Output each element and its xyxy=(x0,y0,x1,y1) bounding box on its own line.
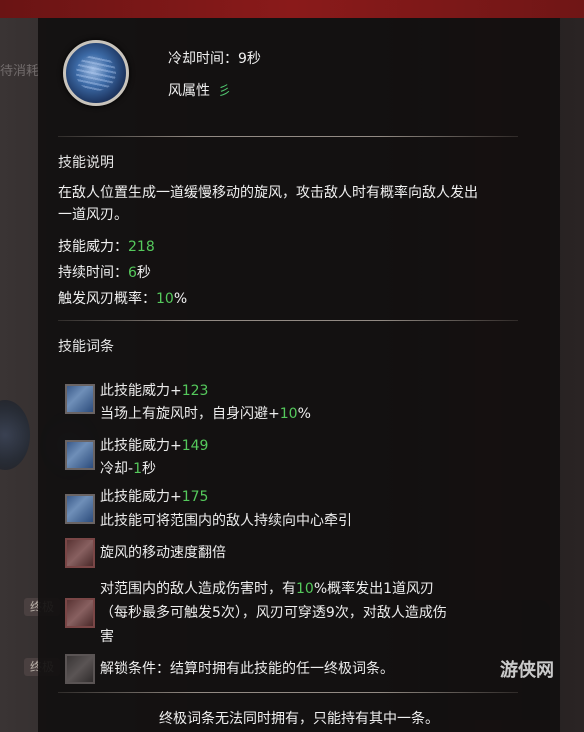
background-skill-orb xyxy=(0,400,30,470)
entry-value: 1 xyxy=(133,461,142,477)
entry-text: 冷却- xyxy=(100,461,134,477)
chance-value: 10 xyxy=(156,291,174,307)
entry-text: 此技能威力+ xyxy=(100,438,182,454)
entry-text: % xyxy=(297,406,311,422)
game-scene: 待消耗 终极 终极 冷却时间：9秒 风属性彡 技能说明 在敌人位置生成一道缓慢移… xyxy=(0,0,584,732)
description-line: 一道风刃。 xyxy=(58,207,128,223)
entries-title: 技能词条 xyxy=(58,339,114,355)
entry-icon xyxy=(65,494,95,524)
description-text: 在敌人位置生成一道缓慢移动的旋风，攻击敌人时有概率向敌人发出 一道风刃。 xyxy=(58,182,538,226)
chance-stat: 触发风刃概率：10% xyxy=(58,288,187,308)
entry-text: 此技能威力+ xyxy=(100,489,182,505)
divider xyxy=(58,692,518,693)
entry-line: （每秒最多可触发5次），风刃可穿透9次，对敌人造成伤 xyxy=(100,605,447,621)
entry-line: 对范围内的敌人造成伤害时，有10%概率发出1道风刃 xyxy=(100,578,434,598)
chance-unit: % xyxy=(173,291,188,307)
entry-line: 冷却-1秒 xyxy=(100,458,156,478)
entry-text: 当场上有旋风时，自身闪避+ xyxy=(100,406,280,422)
skill-tooltip-panel: 冷却时间：9秒 风属性彡 技能说明 在敌人位置生成一道缓慢移动的旋风，攻击敌人时… xyxy=(38,18,560,732)
description-line: 在敌人位置生成一道缓慢移动的旋风，攻击敌人时有概率向敌人发出 xyxy=(58,185,478,201)
entry-line: 害 xyxy=(100,629,114,645)
lock-icon xyxy=(65,654,95,684)
entry-line: 此技能可将范围内的敌人持续向中心牵引 xyxy=(100,513,352,529)
attribute-label: 风属性 xyxy=(168,83,210,99)
entry-icon xyxy=(65,440,95,470)
entry-line: 当场上有旋风时，自身闪避+10% xyxy=(100,403,311,423)
duration-label: 持续时间： xyxy=(58,265,128,281)
divider xyxy=(58,136,518,137)
divider xyxy=(58,320,518,321)
wind-icon: 彡 xyxy=(218,84,232,99)
duration-unit: 秒 xyxy=(136,265,151,281)
entry-icon xyxy=(65,384,95,414)
background-text: 待消耗 xyxy=(0,64,40,79)
duration-stat: 持续时间：6秒 xyxy=(58,262,151,282)
entry-value: 10 xyxy=(296,581,314,597)
entry-icon xyxy=(65,598,95,628)
entry-icon xyxy=(65,538,95,568)
entry-line: 此技能威力+123 xyxy=(100,380,208,400)
chance-label: 触发风刃概率： xyxy=(58,291,156,307)
entry-text: 秒 xyxy=(141,461,156,477)
entry-value: 149 xyxy=(181,438,209,454)
background-red-banner xyxy=(0,0,584,18)
entry-text: 对范围内的敌人造成伤害时，有 xyxy=(100,581,296,597)
entry-text: 此技能威力+ xyxy=(100,383,182,399)
entry-value: 10 xyxy=(279,406,298,422)
unlock-condition: 解锁条件：结算时拥有此技能的任一终极词条。 xyxy=(100,661,394,677)
entry-value: 123 xyxy=(181,383,209,399)
footer-note: 终极词条无法同时拥有，只能持有其中一条。 xyxy=(159,711,439,727)
cooldown-text: 冷却时间：9秒 xyxy=(168,51,261,67)
wind-vortex-skill-icon xyxy=(63,40,129,106)
entry-line: 此技能威力+175 xyxy=(100,486,208,506)
description-title: 技能说明 xyxy=(58,155,114,171)
entry-line: 旋风的移动速度翻倍 xyxy=(100,545,226,561)
power-value: 218 xyxy=(128,239,155,255)
entry-text: %概率发出1道风刃 xyxy=(313,581,435,597)
power-label: 技能威力： xyxy=(58,239,128,255)
watermark-logo: 游侠网 xyxy=(500,660,554,681)
entry-line: 此技能威力+149 xyxy=(100,435,208,455)
entry-value: 175 xyxy=(181,489,209,505)
attribute-row: 风属性彡 xyxy=(168,80,231,100)
power-stat: 技能威力：218 xyxy=(58,236,155,256)
duration-value: 6 xyxy=(128,265,137,281)
